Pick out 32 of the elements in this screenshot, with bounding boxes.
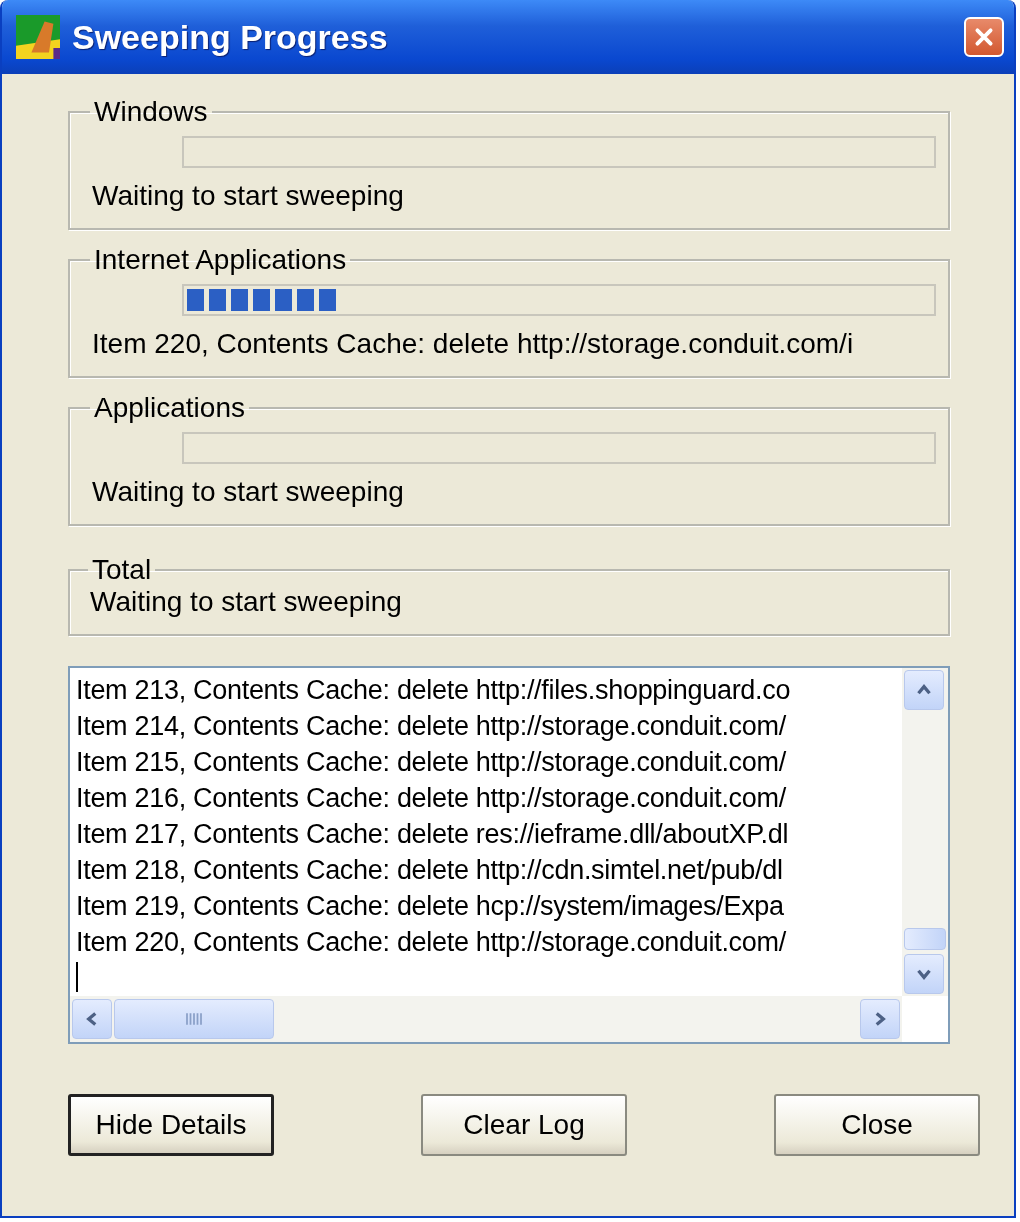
status-text: Waiting to start sweeping	[92, 476, 405, 508]
broom-icon	[16, 15, 60, 59]
scroll-left-icon[interactable]	[72, 999, 112, 1039]
log-line: Item 219, Contents Cache: delete hcp://system/images/Expa	[76, 890, 785, 923]
close-icon[interactable]	[964, 17, 1004, 57]
scroll-thumb[interactable]	[904, 928, 946, 950]
group-title: Applications	[93, 392, 246, 424]
dialog-button[interactable]: Clear Log	[421, 1094, 627, 1156]
log-line: Item 217, Contents Cache: delete res://ieframe.dll/aboutXP.dl	[76, 818, 790, 851]
dialog-button[interactable]: Hide Details	[68, 1094, 274, 1156]
scroll-down-icon[interactable]	[904, 954, 944, 994]
log-box[interactable]	[68, 666, 950, 1044]
status-text: Waiting to start sweeping	[92, 180, 405, 212]
scroll-thumb[interactable]	[114, 999, 274, 1039]
text-cursor	[76, 962, 78, 992]
log-line: Item 213, Contents Cache: delete http://files.shoppinguard.co	[76, 674, 792, 707]
group-title: Total	[91, 554, 153, 586]
vertical-scrollbar[interactable]	[902, 668, 948, 996]
status-text: Item 220, Contents Cache: delete http://storage.conduit.com/i	[92, 328, 855, 360]
window-title: Sweeping Progress	[72, 17, 389, 57]
log-line: Item 215, Contents Cache: delete http://storage.conduit.com/	[76, 746, 787, 779]
log-line: Item 220, Contents Cache: delete http://storage.conduit.com/	[76, 926, 787, 959]
dialog-button[interactable]: Close	[774, 1094, 980, 1156]
log-line: Item 214, Contents Cache: delete http://storage.conduit.com/	[76, 710, 787, 743]
horizontal-scrollbar[interactable]	[70, 996, 902, 1042]
log-line: Item 216, Contents Cache: delete http://storage.conduit.com/	[76, 782, 787, 815]
group-title: Windows	[93, 96, 209, 128]
scroll-right-icon[interactable]	[860, 999, 900, 1039]
group-title: Internet Applications	[93, 244, 348, 276]
status-text: Waiting to start sweeping	[90, 586, 403, 618]
log-line: Item 218, Contents Cache: delete http://cdn.simtel.net/pub/dl	[76, 854, 784, 887]
scroll-up-icon[interactable]	[904, 670, 944, 710]
